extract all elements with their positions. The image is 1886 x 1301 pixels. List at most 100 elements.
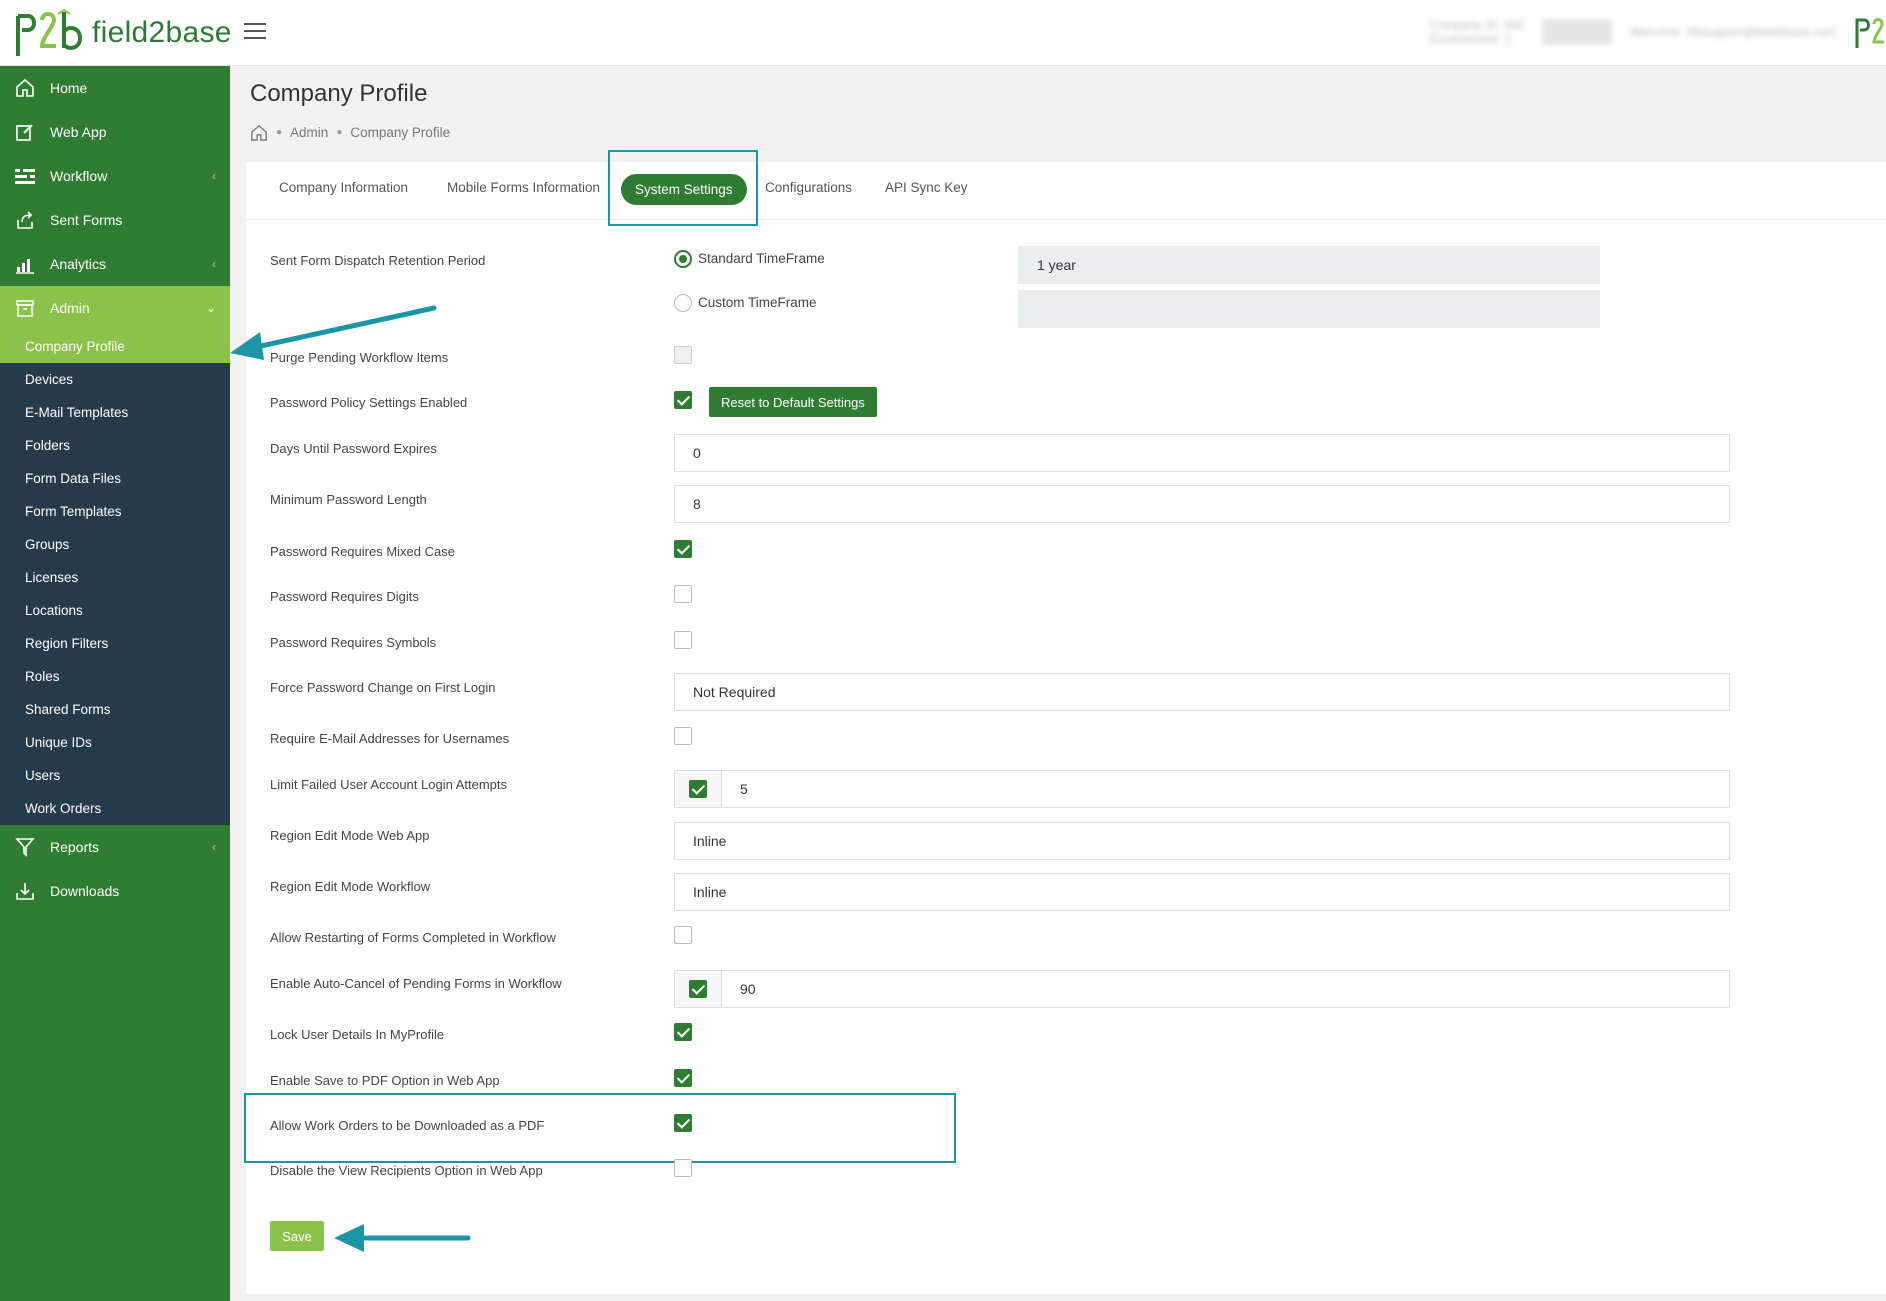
- download-icon: [14, 880, 36, 902]
- sidebar-item-devices[interactable]: Devices: [0, 363, 230, 396]
- allow-restart-checkbox[interactable]: [674, 926, 692, 944]
- sidebar-item-company-profile[interactable]: Company Profile: [0, 330, 230, 363]
- arrow-annotation-icon: [334, 1224, 471, 1252]
- sidebar-item-work-orders[interactable]: Work Orders: [0, 792, 230, 825]
- tab-api-sync-key[interactable]: API Sync Key: [885, 180, 968, 195]
- custom-timeframe-radio[interactable]: [674, 294, 692, 312]
- tab-bar: Company Information Mobile Forms Informa…: [246, 162, 1886, 220]
- disable-recipients-label: Disable the View Recipients Option in We…: [270, 1163, 543, 1178]
- arrow-annotation-icon: [230, 305, 437, 360]
- lock-user-checkbox[interactable]: [674, 1023, 692, 1041]
- password-policy-label: Password Policy Settings Enabled: [270, 395, 468, 410]
- sidebar-item-reports[interactable]: Reports ‹: [0, 825, 230, 869]
- sidebar-item-licenses[interactable]: Licenses: [0, 561, 230, 594]
- standard-timeframe-select[interactable]: 1 year: [1018, 246, 1600, 284]
- breadcrumb-separator: ●: [276, 127, 283, 138]
- symbols-checkbox[interactable]: [674, 631, 692, 649]
- sidebar-item-admin[interactable]: Admin ⌄: [0, 286, 230, 330]
- edit-icon: [14, 121, 36, 143]
- tab-configurations[interactable]: Configurations: [765, 180, 852, 195]
- app-name: field2base: [92, 16, 232, 49]
- sidebar-item-groups[interactable]: Groups: [0, 528, 230, 561]
- sidebar-item-label: Admin: [50, 300, 90, 316]
- custom-timeframe-input[interactable]: [1018, 290, 1600, 328]
- user-area: Company ID: 000 Environment: 2 Welcome: …: [1431, 14, 1886, 50]
- mixed-case-checkbox[interactable]: [674, 540, 692, 558]
- tab-company-information[interactable]: Company Information: [279, 180, 408, 195]
- standard-timeframe-label: Standard TimeFrame: [698, 251, 825, 266]
- min-length-input[interactable]: 8: [674, 485, 1730, 523]
- days-expire-input[interactable]: 0: [674, 434, 1730, 472]
- require-email-label: Require E-Mail Addresses for Usernames: [270, 731, 510, 746]
- logout-button[interactable]: [1541, 19, 1612, 45]
- filter-icon: [14, 836, 36, 858]
- region-webapp-select[interactable]: Inline: [674, 822, 1730, 860]
- force-change-label: Force Password Change on First Login: [270, 680, 496, 695]
- sidebar-item-form-templates[interactable]: Form Templates: [0, 495, 230, 528]
- region-workflow-select[interactable]: Inline: [674, 873, 1730, 911]
- sidebar-item-sent-forms[interactable]: Sent Forms: [0, 198, 230, 242]
- limit-failed-addon: [674, 770, 722, 808]
- sidebar-item-label: Workflow: [50, 168, 108, 184]
- sidebar-item-shared-forms[interactable]: Shared Forms: [0, 693, 230, 726]
- sidebar-item-label: Reports: [50, 839, 100, 855]
- sidebar-item-label: Web App: [50, 124, 107, 140]
- sidebar-item-email-templates[interactable]: E-Mail Templates: [0, 396, 230, 429]
- sidebar-item-home[interactable]: Home: [0, 66, 230, 110]
- password-policy-checkbox[interactable]: [674, 391, 692, 409]
- archive-icon: [14, 297, 36, 319]
- sidebar-item-region-filters[interactable]: Region Filters: [0, 627, 230, 660]
- save-button[interactable]: Save: [270, 1221, 324, 1251]
- force-change-select[interactable]: Not Required: [674, 673, 1730, 711]
- digits-checkbox[interactable]: [674, 585, 692, 603]
- sidebar: Home Web App Workflow ‹ Sent Forms Analy…: [0, 66, 230, 1301]
- chevron-left-icon: ‹: [212, 169, 216, 183]
- auto-cancel-input[interactable]: 90: [721, 970, 1730, 1008]
- breadcrumb-separator: ●: [336, 127, 343, 138]
- home-icon: [14, 77, 36, 99]
- chevron-left-icon: ‹: [212, 257, 216, 271]
- sidebar-item-roles[interactable]: Roles: [0, 660, 230, 693]
- breadcrumb-current: Company Profile: [350, 125, 451, 140]
- disable-recipients-checkbox[interactable]: [674, 1159, 692, 1177]
- require-email-checkbox[interactable]: [674, 727, 692, 745]
- sidebar-item-unique-ids[interactable]: Unique IDs: [0, 726, 230, 759]
- sidebar-item-locations[interactable]: Locations: [0, 594, 230, 627]
- min-length-label: Minimum Password Length: [270, 492, 427, 507]
- sidebar-item-label: Home: [50, 80, 88, 96]
- sidebar-item-users[interactable]: Users: [0, 759, 230, 792]
- app-logo[interactable]: field2base: [14, 8, 232, 58]
- auto-cancel-label: Enable Auto-Cancel of Pending Forms in W…: [270, 976, 562, 991]
- menu-toggle-icon[interactable]: [244, 23, 266, 41]
- work-orders-pdf-label: Allow Work Orders to be Downloaded as a …: [270, 1118, 545, 1133]
- sidebar-item-analytics[interactable]: Analytics ‹: [0, 242, 230, 286]
- limit-failed-input[interactable]: 5: [721, 770, 1730, 808]
- home-icon[interactable]: [250, 124, 268, 141]
- retention-label: Sent Form Dispatch Retention Period: [270, 253, 486, 268]
- sidebar-item-form-data-files[interactable]: Form Data Files: [0, 462, 230, 495]
- settings-card: Company Information Mobile Forms Informa…: [244, 150, 1886, 1294]
- logo-mark-icon: [16, 8, 83, 56]
- workflow-icon: [14, 165, 36, 187]
- tab-mobile-forms-information[interactable]: Mobile Forms Information: [447, 180, 600, 195]
- company-line-2: Environment: 2: [1430, 32, 1512, 46]
- digits-label: Password Requires Digits: [270, 589, 419, 604]
- save-pdf-checkbox[interactable]: [674, 1069, 692, 1087]
- breadcrumb: ● Admin ● Company Profile: [250, 124, 450, 141]
- sidebar-item-web-app[interactable]: Web App: [0, 110, 230, 154]
- sidebar-item-workflow[interactable]: Workflow ‹: [0, 154, 230, 198]
- region-webapp-label: Region Edit Mode Web App: [270, 828, 430, 843]
- sidebar-item-downloads[interactable]: Downloads: [0, 869, 230, 913]
- limit-failed-checkbox[interactable]: [689, 780, 707, 798]
- custom-timeframe-label: Custom TimeFrame: [698, 295, 817, 310]
- company-info: Company ID: 000 Environment: 2: [1431, 18, 1524, 46]
- sidebar-item-folders[interactable]: Folders: [0, 429, 230, 462]
- region-workflow-label: Region Edit Mode Workflow: [270, 879, 431, 894]
- work-orders-pdf-checkbox[interactable]: [674, 1114, 692, 1132]
- auto-cancel-checkbox[interactable]: [689, 980, 707, 998]
- standard-timeframe-radio[interactable]: [674, 250, 692, 268]
- admin-submenu: Company Profile Devices E-Mail Templates…: [0, 330, 230, 825]
- reset-default-button[interactable]: Reset to Default Settings: [709, 387, 877, 417]
- purge-checkbox[interactable]: [674, 346, 692, 364]
- breadcrumb-admin[interactable]: Admin: [290, 125, 328, 140]
